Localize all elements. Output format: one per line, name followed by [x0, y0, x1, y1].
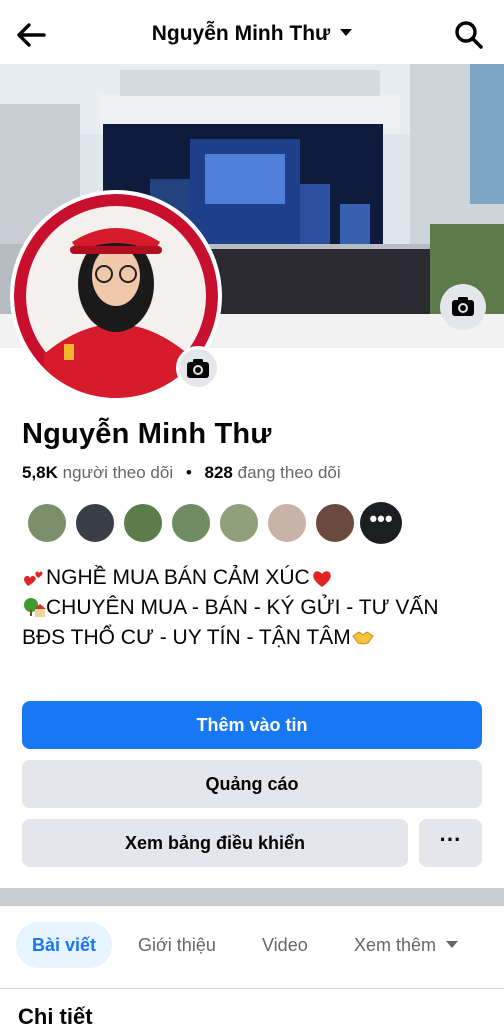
follow-stats: 5,8K người theo dõi • 828 đang theo dõi	[22, 463, 341, 483]
bio-text: CHUYÊN MUA - BÁN - KÝ GỬI - TƯ VẤN	[46, 596, 439, 619]
friend-avatar[interactable]	[266, 502, 308, 544]
tab-label: Video	[262, 935, 308, 955]
house-tree-icon	[24, 598, 46, 617]
tab-video[interactable]: Video	[262, 922, 308, 968]
hearts-icon	[24, 571, 43, 586]
caret-down-icon	[340, 28, 353, 36]
friend-avatar[interactable]	[74, 502, 116, 544]
edit-cover-button[interactable]	[440, 284, 486, 330]
stats-separator: •	[185, 463, 192, 482]
tab-label: Giới thiệu	[138, 935, 216, 955]
followers-label[interactable]: người theo dõi	[63, 463, 173, 482]
page-title: Nguyễn Minh Thư	[151, 22, 331, 45]
edit-avatar-button[interactable]	[176, 346, 220, 390]
more-options-button[interactable]: ···	[419, 819, 482, 867]
bio-line: CHUYÊN MUA - BÁN - KÝ GỬI - TƯ VẤN	[22, 593, 492, 623]
profile-name: Nguyễn Minh Thư	[22, 418, 272, 450]
view-dashboard-button[interactable]: Xem bảng điều khiển	[22, 819, 408, 867]
friend-avatar[interactable]	[122, 502, 164, 544]
camera-icon	[187, 359, 209, 378]
followers-count[interactable]: 5,8K	[22, 463, 58, 482]
tab-about[interactable]: Giới thiệu	[138, 922, 216, 968]
heart-icon	[312, 571, 331, 587]
handshake-icon	[351, 631, 374, 645]
top-bar: Nguyễn Minh Thư	[0, 0, 504, 64]
bio-text: BĐS THỔ CƯ - UY TÍN - TẬN TÂM	[22, 626, 351, 649]
tab-posts[interactable]: Bài viết	[16, 922, 113, 968]
profile-tabs: Bài viết Giới thiệu Video Xem thêm	[0, 906, 504, 986]
search-icon	[455, 21, 483, 49]
details-heading: Chi tiết	[18, 1004, 93, 1024]
add-to-story-button[interactable]: Thêm vào tin	[22, 701, 482, 749]
friend-avatar[interactable]	[26, 502, 68, 544]
camera-icon	[452, 297, 474, 316]
bio-line: NGHỀ MUA BÁN CẢM XÚC	[22, 563, 492, 593]
bio-line: BĐS THỔ CƯ - UY TÍN - TẬN TÂM	[22, 623, 492, 653]
profile-switcher[interactable]: Nguyễn Minh Thư	[0, 22, 504, 46]
more-friends-button[interactable]: •••	[360, 502, 402, 544]
profile-bio: NGHỀ MUA BÁN CẢM XÚC CHUYÊN MUA - BÁN - …	[22, 563, 492, 653]
tab-label: Bài viết	[32, 935, 97, 955]
friend-avatar[interactable]	[170, 502, 212, 544]
friend-avatar[interactable]	[314, 502, 356, 544]
following-label[interactable]: đang theo dõi	[238, 463, 341, 482]
profile-picture[interactable]	[10, 190, 222, 402]
tab-see-more[interactable]: Xem thêm	[354, 922, 459, 968]
caret-down-icon	[446, 940, 459, 948]
bio-text: NGHỀ MUA BÁN CẢM XÚC	[46, 566, 310, 589]
section-divider	[0, 888, 504, 906]
ads-button[interactable]: Quảng cáo	[22, 760, 482, 808]
following-count[interactable]: 828	[205, 463, 233, 482]
search-button[interactable]	[454, 20, 484, 50]
divider	[0, 988, 504, 989]
friend-avatar[interactable]	[218, 502, 260, 544]
tab-label: Xem thêm	[354, 935, 437, 955]
